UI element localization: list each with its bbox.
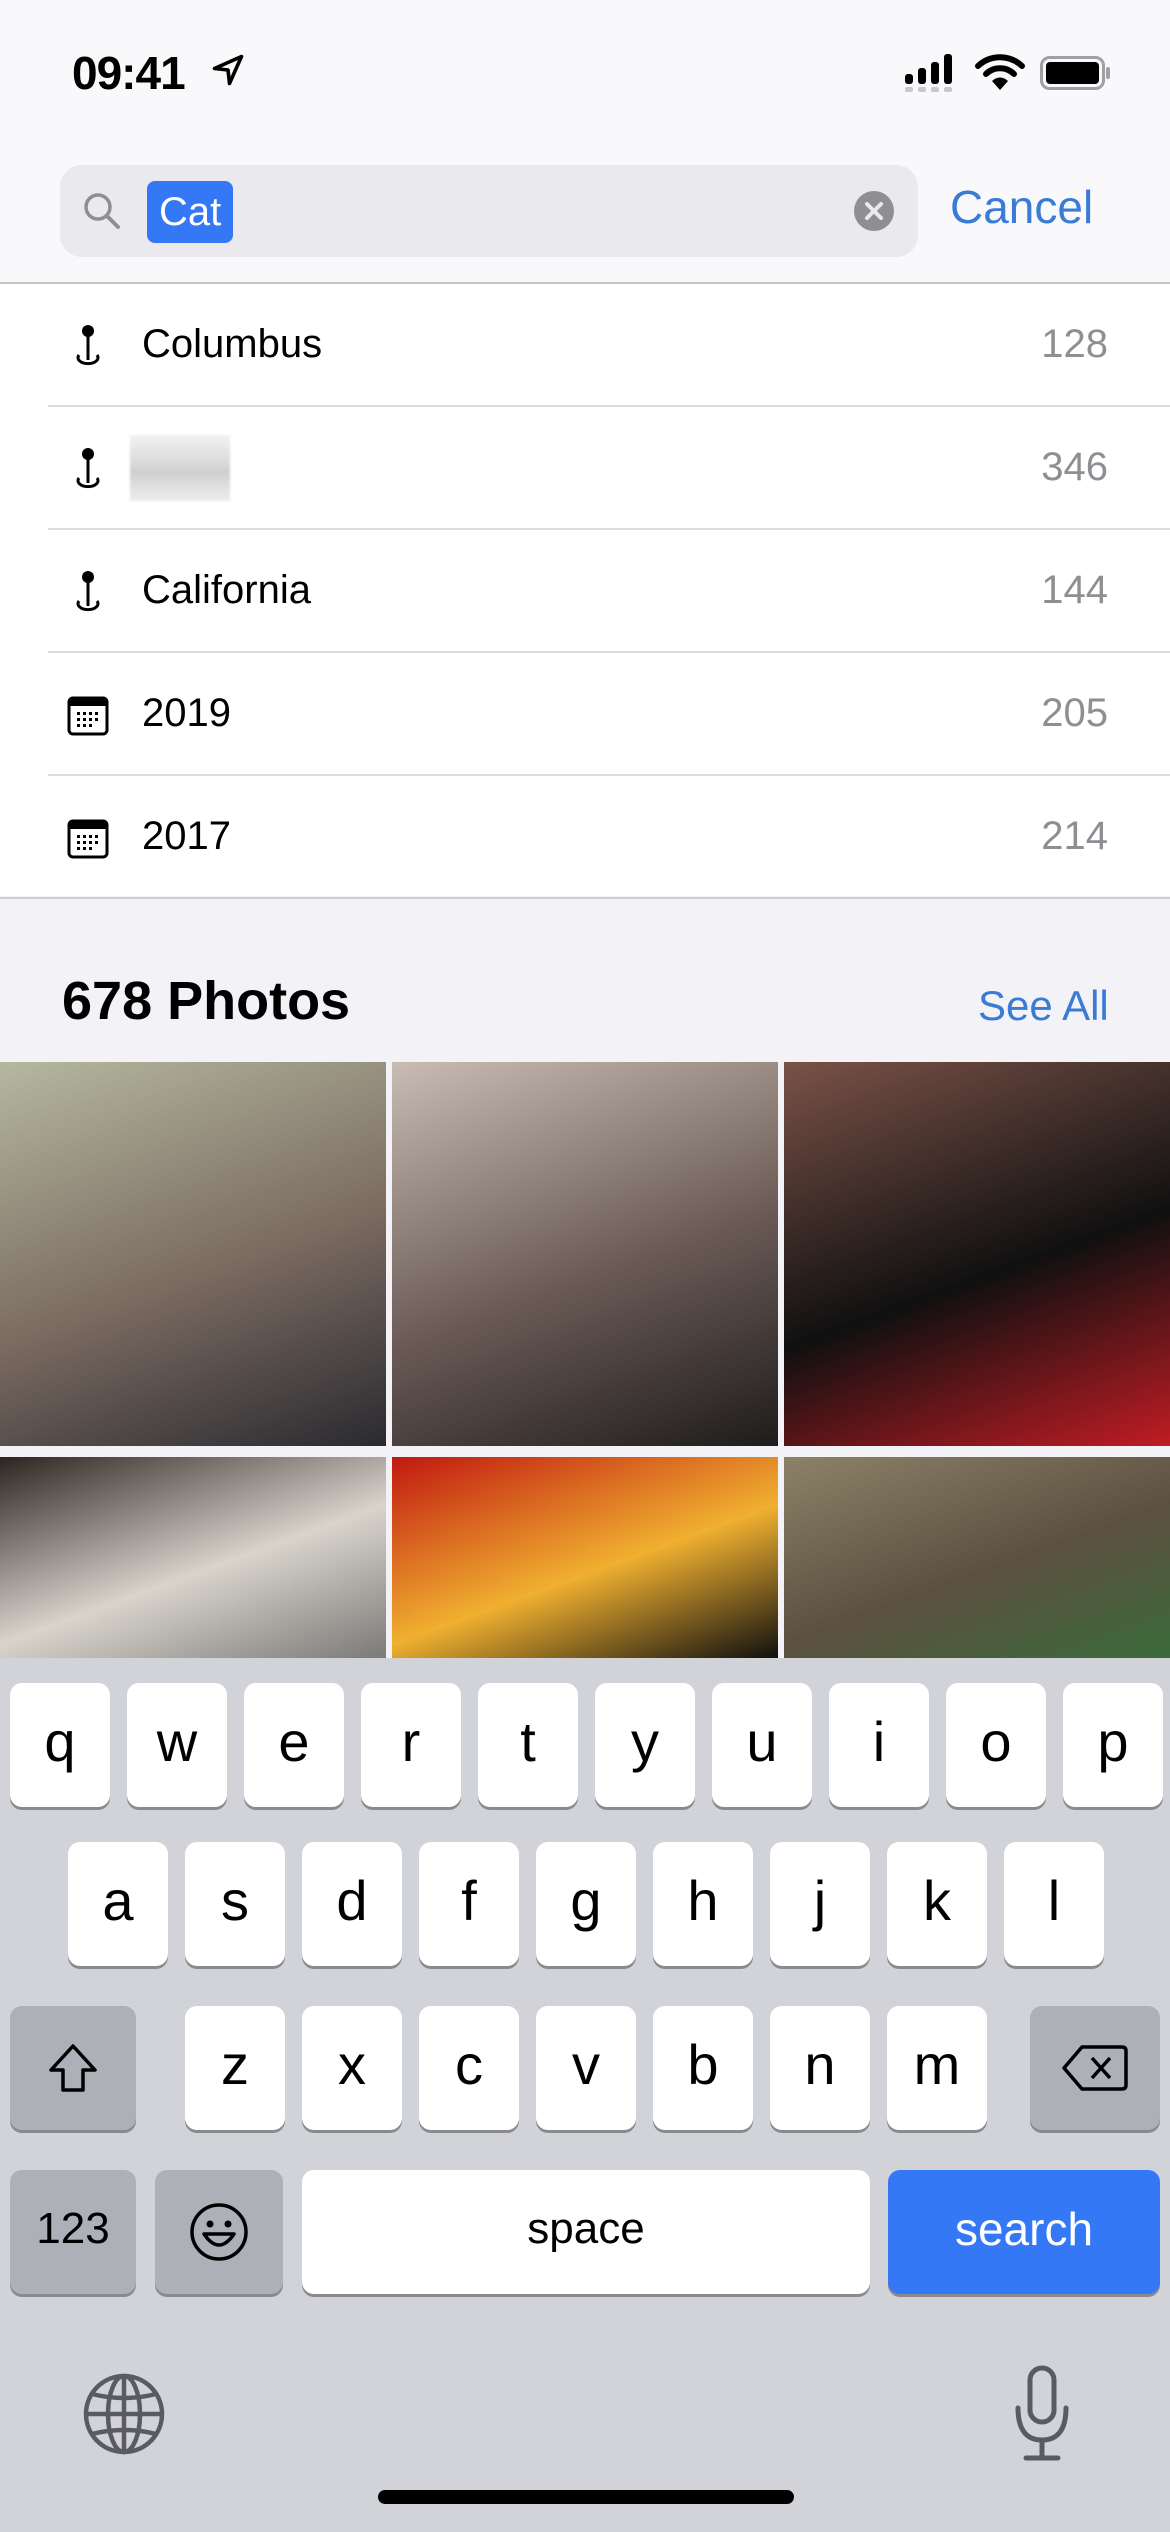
calendar-icon bbox=[67, 819, 109, 859]
key-v[interactable]: v bbox=[536, 2006, 636, 2130]
home-indicator[interactable] bbox=[378, 2490, 794, 2504]
microphone-icon[interactable] bbox=[1010, 2364, 1074, 2464]
battery-icon bbox=[1040, 56, 1110, 90]
key-e[interactable]: e bbox=[244, 1683, 344, 1807]
status-time: 09:41 bbox=[72, 47, 186, 99]
delete-backspace-icon bbox=[1062, 2045, 1128, 2091]
see-all-button[interactable]: See All bbox=[978, 982, 1109, 1030]
key-m[interactable]: m bbox=[887, 2006, 987, 2130]
map-pin-icon bbox=[76, 448, 100, 489]
key-h[interactable]: h bbox=[653, 1842, 753, 1966]
suggestion-label: Columbus bbox=[142, 322, 323, 366]
photo-thumbnail[interactable] bbox=[784, 1062, 1170, 1446]
key-t[interactable]: t bbox=[478, 1683, 578, 1807]
key-g[interactable]: g bbox=[536, 1842, 636, 1966]
suggestion-label: 2017 bbox=[142, 814, 231, 858]
key-c[interactable]: c bbox=[419, 2006, 519, 2130]
search-header: Cat Cancel bbox=[0, 150, 1170, 284]
keyboard: qwertyuiop asdfghjkl zxcvbnm 123 space s… bbox=[0, 1658, 1170, 2532]
search-input[interactable]: Cat bbox=[60, 165, 918, 257]
suggestion-count: 205 bbox=[1041, 691, 1108, 735]
magnifier-icon bbox=[84, 193, 120, 229]
key-b[interactable]: b bbox=[653, 2006, 753, 2130]
suggestion-row[interactable]: 2019 205 bbox=[0, 653, 1170, 776]
numbers-key[interactable]: 123 bbox=[10, 2170, 136, 2294]
search-key[interactable]: search bbox=[888, 2170, 1160, 2294]
shift-arrow-icon bbox=[49, 2044, 97, 2092]
key-a[interactable]: a bbox=[68, 1842, 168, 1966]
photo-thumbnail[interactable] bbox=[0, 1062, 386, 1446]
photo-thumbnail[interactable] bbox=[392, 1062, 778, 1446]
key-o[interactable]: o bbox=[946, 1683, 1046, 1807]
photo-thumbnail[interactable] bbox=[392, 1457, 778, 1658]
key-r[interactable]: r bbox=[361, 1683, 461, 1807]
suggestion-row[interactable]: 2017 214 bbox=[0, 776, 1170, 899]
key-x[interactable]: x bbox=[302, 2006, 402, 2130]
photos-count-title: 678 Photos bbox=[62, 971, 351, 1031]
suggestion-count: 144 bbox=[1041, 568, 1108, 612]
cancel-button[interactable]: Cancel bbox=[950, 180, 1093, 234]
key-f[interactable]: f bbox=[419, 1842, 519, 1966]
suggestion-row[interactable]: California 144 bbox=[0, 530, 1170, 653]
suggestion-label: California bbox=[142, 568, 311, 612]
space-key[interactable]: space bbox=[302, 2170, 870, 2294]
key-l[interactable]: l bbox=[1004, 1842, 1104, 1966]
key-z[interactable]: z bbox=[185, 2006, 285, 2130]
search-suggestions-list: Columbus 128 346 California 144 2019 205… bbox=[0, 284, 1170, 899]
redacted-label bbox=[130, 435, 230, 501]
suggestion-count: 214 bbox=[1041, 814, 1108, 858]
suggestion-label: 2019 bbox=[142, 691, 231, 735]
divider bbox=[0, 897, 1170, 899]
key-y[interactable]: y bbox=[595, 1683, 695, 1807]
search-query-token[interactable]: Cat bbox=[147, 181, 234, 243]
key-q[interactable]: q bbox=[10, 1683, 110, 1807]
shift-key[interactable] bbox=[10, 2006, 136, 2130]
emoji-smiley-icon bbox=[190, 2203, 248, 2261]
suggestion-count: 346 bbox=[1041, 445, 1108, 489]
map-pin-icon bbox=[76, 571, 100, 612]
photo-thumbnail[interactable] bbox=[0, 1457, 386, 1658]
key-j[interactable]: j bbox=[770, 1842, 870, 1966]
status-bar: 09:41 bbox=[0, 0, 1170, 150]
calendar-icon bbox=[67, 696, 109, 736]
key-s[interactable]: s bbox=[185, 1842, 285, 1966]
key-k[interactable]: k bbox=[887, 1842, 987, 1966]
photo-thumbnail[interactable] bbox=[784, 1457, 1170, 1658]
delete-key[interactable] bbox=[1030, 2006, 1160, 2130]
cellular-signal-icon bbox=[905, 54, 952, 92]
key-u[interactable]: u bbox=[712, 1683, 812, 1807]
suggestion-count: 128 bbox=[1041, 322, 1108, 366]
key-w[interactable]: w bbox=[127, 1683, 227, 1807]
clear-x-icon bbox=[865, 202, 883, 220]
map-pin-icon bbox=[76, 325, 100, 366]
key-n[interactable]: n bbox=[770, 2006, 870, 2130]
suggestion-row[interactable]: Columbus 128 bbox=[0, 284, 1170, 407]
location-arrow-icon bbox=[212, 54, 244, 86]
emoji-key[interactable] bbox=[155, 2170, 283, 2294]
suggestion-row[interactable]: 346 bbox=[0, 407, 1170, 530]
wifi-icon bbox=[975, 54, 1025, 90]
key-d[interactable]: d bbox=[302, 1842, 402, 1966]
clear-search-button[interactable] bbox=[854, 191, 894, 231]
key-p[interactable]: p bbox=[1063, 1683, 1163, 1807]
globe-icon[interactable] bbox=[80, 2370, 168, 2458]
key-i[interactable]: i bbox=[829, 1683, 929, 1807]
